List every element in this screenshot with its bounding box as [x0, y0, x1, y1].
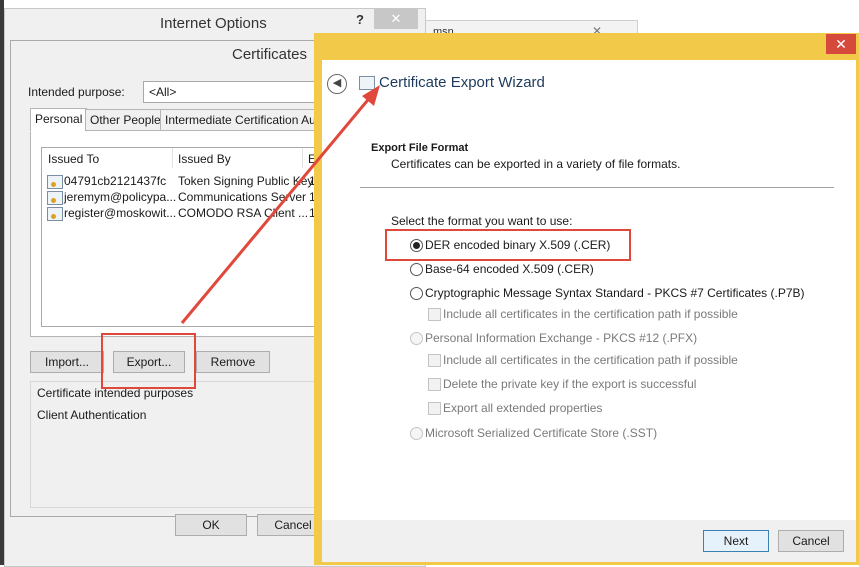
annotation-arrow-icon	[180, 85, 380, 324]
